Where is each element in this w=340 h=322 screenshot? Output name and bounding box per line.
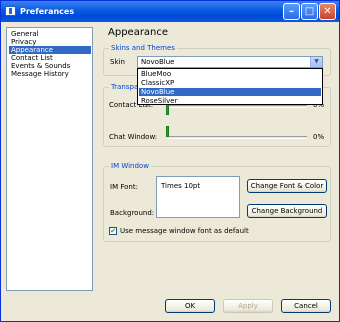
skin-select-value: NovoBlue (141, 58, 175, 66)
font-preview-box: Times 10pt (156, 176, 240, 218)
chat-window-slider-thumb[interactable] (166, 126, 169, 137)
ok-button[interactable]: OK (165, 299, 215, 313)
category-list[interactable]: General Privacy Appearance Contact List … (6, 27, 93, 291)
change-background-button[interactable]: Change Background (247, 204, 327, 218)
background-label: Background: (110, 209, 155, 217)
close-button[interactable]: ✕ (319, 3, 336, 20)
cancel-button[interactable]: Cancel (281, 299, 331, 313)
sidebar-item-general[interactable]: General (9, 30, 91, 38)
contact-list-slider-thumb[interactable] (166, 104, 169, 115)
skin-dropdown-list[interactable]: BlueMoo ClassicXP NovoBlue RoseSilver (137, 68, 323, 105)
use-default-font-label: Use message window font as default (120, 227, 249, 235)
font-preview-text: Times 10pt (161, 182, 201, 190)
chevron-down-icon[interactable]: ▼ (310, 57, 322, 67)
app-icon (5, 6, 16, 16)
contact-list-slider-track[interactable] (167, 105, 307, 108)
skin-select[interactable]: NovoBlue ▼ (137, 56, 323, 68)
use-default-font-checkbox[interactable]: ✔ (109, 227, 117, 235)
preferences-window: Preferances – □ ✕ General Privacy Appear… (0, 0, 340, 322)
chat-window-transparency-value: 0% (313, 133, 325, 141)
chat-window-transparency-label: Chat Window: (109, 133, 158, 141)
skin-label: Skin (110, 58, 125, 66)
im-font-label: IM Font: (110, 183, 138, 191)
apply-button[interactable]: Apply (223, 299, 273, 313)
minimize-button[interactable]: – (283, 3, 300, 20)
page-title: Appearance (108, 27, 169, 38)
title-bar[interactable]: Preferances – □ ✕ (1, 1, 339, 22)
sidebar-item-message-history[interactable]: Message History (9, 70, 91, 78)
skin-option-rosesilver[interactable]: RoseSilver (139, 97, 321, 105)
window-title: Preferances (20, 7, 75, 16)
sidebar-item-privacy[interactable]: Privacy (9, 38, 91, 46)
skin-option-novoblue[interactable]: NovoBlue (139, 88, 321, 96)
im-window-legend: IM Window (109, 162, 151, 171)
skin-option-classicxp[interactable]: ClassicXP (139, 79, 321, 87)
skin-option-bluemoo[interactable]: BlueMoo (139, 70, 321, 78)
sidebar-item-contact-list[interactable]: Contact List (9, 54, 91, 62)
chat-window-slider-track[interactable] (167, 136, 307, 139)
sidebar-item-events-sounds[interactable]: Events & Sounds (9, 62, 91, 70)
change-font-color-button[interactable]: Change Font & Color (247, 179, 327, 193)
sidebar-item-appearance[interactable]: Appearance (9, 46, 91, 54)
maximize-button[interactable]: □ (301, 3, 318, 20)
skins-legend: Skins and Themes (109, 44, 177, 53)
